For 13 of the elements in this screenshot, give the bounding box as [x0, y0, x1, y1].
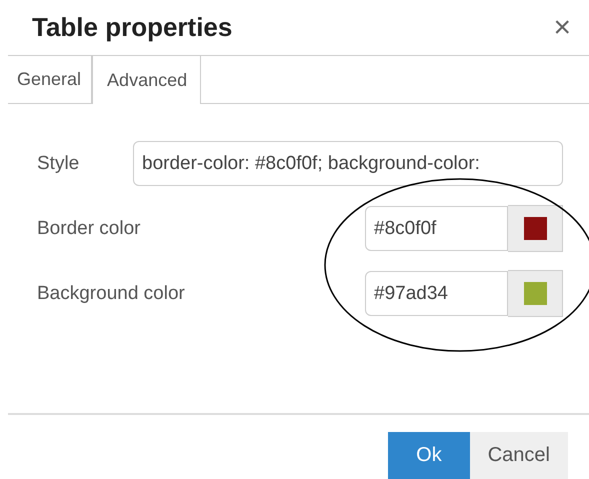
field-label: Border color	[37, 218, 142, 240]
cancel-button[interactable]: Cancel	[470, 432, 568, 479]
color-picker-button[interactable]	[508, 205, 563, 252]
color-picker-button[interactable]	[508, 270, 563, 317]
tab[interactable]: Advanced	[92, 56, 202, 104]
ok-button[interactable]: Ok	[388, 432, 470, 479]
style-input[interactable]: border-color: #8c0f0f; background-color:	[133, 141, 563, 186]
dialog-title: Table properties	[32, 12, 232, 43]
field-label: Background color	[37, 282, 186, 304]
color-input[interactable]: #97ad34	[365, 271, 508, 316]
close-button[interactable]: ×	[549, 12, 575, 42]
field-label: Style	[37, 152, 80, 174]
color-input[interactable]: #8c0f0f	[365, 206, 508, 251]
